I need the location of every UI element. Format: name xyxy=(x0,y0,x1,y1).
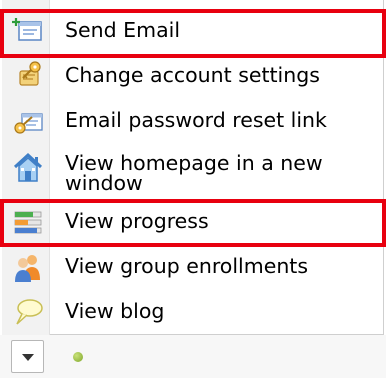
menu-item-email-password-reset[interactable]: Email password reset link xyxy=(2,100,384,144)
menu-item-label: Change account settings xyxy=(65,63,320,87)
menu-item-view-progress[interactable]: View progress xyxy=(2,201,384,245)
menu-item-send-email[interactable]: Send Email xyxy=(2,12,384,54)
menu-item-label: View homepage in a new window xyxy=(65,151,323,195)
bottom-toolbar xyxy=(0,335,386,378)
dropdown-toggle-button[interactable] xyxy=(11,340,44,373)
group-users-icon xyxy=(12,252,44,284)
menu-item-view-blog[interactable]: View blog xyxy=(2,290,384,334)
menu-item-label: View progress xyxy=(65,209,209,233)
menu-item-view-group-enrollments[interactable]: View group enrollments xyxy=(2,246,384,290)
menu-item-change-account-settings[interactable]: Change account settings xyxy=(2,56,384,98)
house-icon xyxy=(12,152,44,184)
menu-item-label: Email password reset link xyxy=(65,108,327,132)
progress-bars-icon xyxy=(12,207,44,239)
menu-item-label: View blog xyxy=(65,299,165,323)
send-email-icon xyxy=(12,16,44,48)
chevron-down-icon xyxy=(22,354,34,361)
menu-item-view-homepage[interactable]: View homepage in a new window xyxy=(2,146,384,198)
key-settings-icon xyxy=(12,59,44,91)
menu-item-label: View group enrollments xyxy=(65,254,309,278)
menu-item-label: Send Email xyxy=(65,18,181,42)
status-dot-icon xyxy=(73,352,83,362)
key-email-icon xyxy=(12,106,44,138)
speech-bubble-icon xyxy=(12,296,44,328)
